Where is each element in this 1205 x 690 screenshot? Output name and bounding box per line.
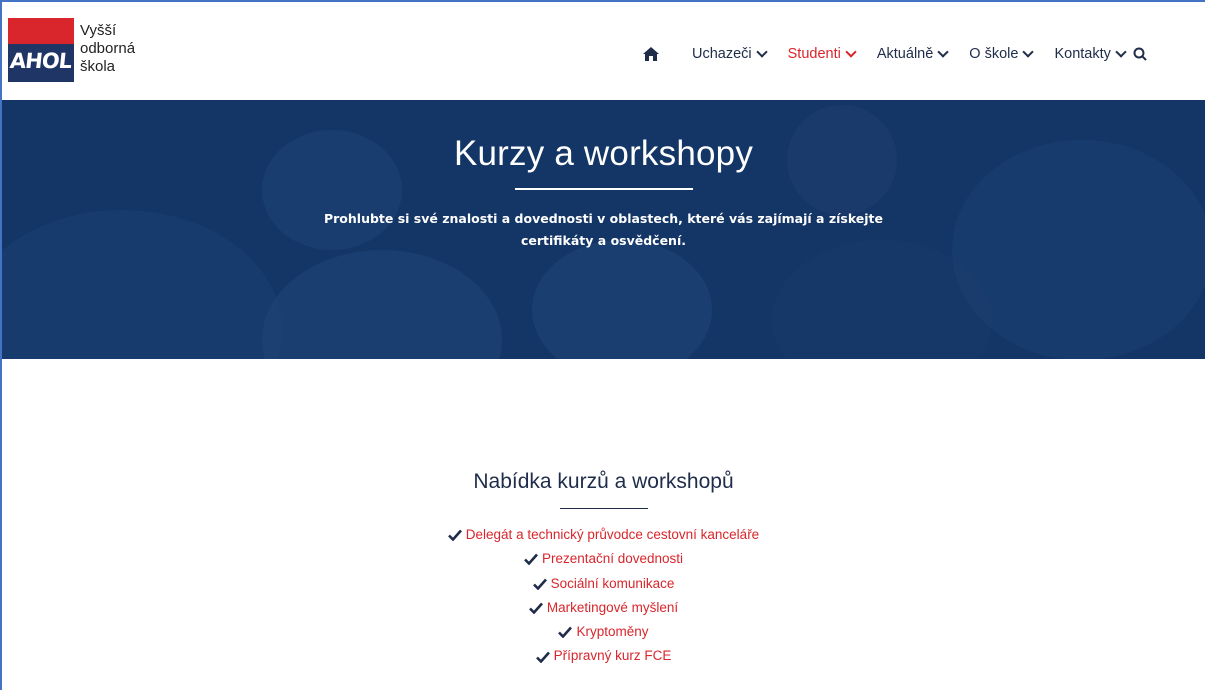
nav-item-label: Uchazeči: [692, 46, 752, 62]
hero-banner: Kurzy a workshopy Prohlubte si své znalo…: [2, 100, 1205, 359]
course-link[interactable]: Přípravný kurz FCE: [554, 644, 672, 668]
chevron-down-icon: [845, 46, 857, 58]
logo-text: Vyšší odborná škola: [80, 22, 135, 76]
list-item: Sociální komunikace: [2, 572, 1205, 596]
main-nav: Uchazeči Studenti Aktuálně O škole Konta…: [642, 46, 1147, 62]
chevron-down-icon: [1115, 46, 1127, 58]
check-icon: [558, 626, 573, 639]
logo-text-line: škola: [80, 58, 116, 75]
nav-item-label: O škole: [969, 46, 1019, 62]
page: AHOL Vyšší odborná škola Uchazeči Studen…: [0, 0, 1205, 690]
logo-mark: AHOL: [8, 18, 74, 82]
page-title: Kurzy a workshopy: [453, 134, 754, 173]
list-item: Delegát a technický průvodce cestovní ka…: [2, 523, 1205, 547]
nav-item-kontakty[interactable]: Kontakty: [1054, 46, 1127, 62]
chevron-down-icon: [937, 46, 949, 58]
section-title: Nabídka kurzů a workshopů: [473, 470, 734, 493]
nav-item-aktualne[interactable]: Aktuálně: [876, 46, 949, 62]
check-icon: [524, 554, 538, 566]
check-icon: [447, 529, 462, 542]
check-icon: [532, 578, 547, 590]
check-icon: [528, 602, 543, 615]
search-icon[interactable]: [1133, 47, 1147, 61]
course-link[interactable]: Sociální komunikace: [551, 572, 675, 596]
nav-item-studenti[interactable]: Studenti: [787, 46, 857, 62]
nav-item-label: Kontakty: [1054, 46, 1111, 62]
course-link[interactable]: Delegát a technický průvodce cestovní ka…: [466, 523, 759, 547]
logo-text-line: Vyšší: [80, 22, 117, 39]
section-divider: [559, 508, 648, 509]
title-divider: [514, 188, 693, 190]
home-icon[interactable]: [642, 46, 660, 62]
nav-item-o-skole[interactable]: O škole: [969, 46, 1035, 62]
course-link[interactable]: Kryptoměny: [576, 620, 648, 644]
list-item: Prezentační dovednosti: [2, 547, 1205, 571]
chevron-down-icon: [1022, 46, 1035, 58]
logo-mark-text: AHOL: [8, 49, 73, 73]
logo-text-line: odborná: [80, 40, 136, 57]
list-item: Kryptoměny: [2, 620, 1205, 644]
course-link[interactable]: Prezentační dovednosti: [542, 547, 683, 571]
check-icon: [535, 651, 550, 663]
list-item: Přípravný kurz FCE: [2, 644, 1205, 668]
chevron-down-icon: [755, 46, 768, 58]
list-item: Marketingové myšlení: [2, 596, 1205, 620]
main-content: Nabídka kurzů a workshopů Delegát a tech…: [2, 359, 1205, 669]
site-header: AHOL Vyšší odborná škola Uchazeči Studen…: [2, 2, 1205, 100]
nav-item-uchazeci[interactable]: Uchazeči: [692, 46, 768, 62]
nav-item-label: Aktuálně: [876, 46, 934, 62]
logo[interactable]: AHOL Vyšší odborná škola: [8, 16, 135, 82]
course-list: Delegát a technický průvodce cestovní ka…: [2, 523, 1205, 669]
hero-subtitle: Prohlubte si své znalosti a dovednosti v…: [323, 211, 884, 248]
course-link[interactable]: Marketingové myšlení: [547, 596, 678, 620]
nav-item-label: Studenti: [787, 46, 841, 62]
